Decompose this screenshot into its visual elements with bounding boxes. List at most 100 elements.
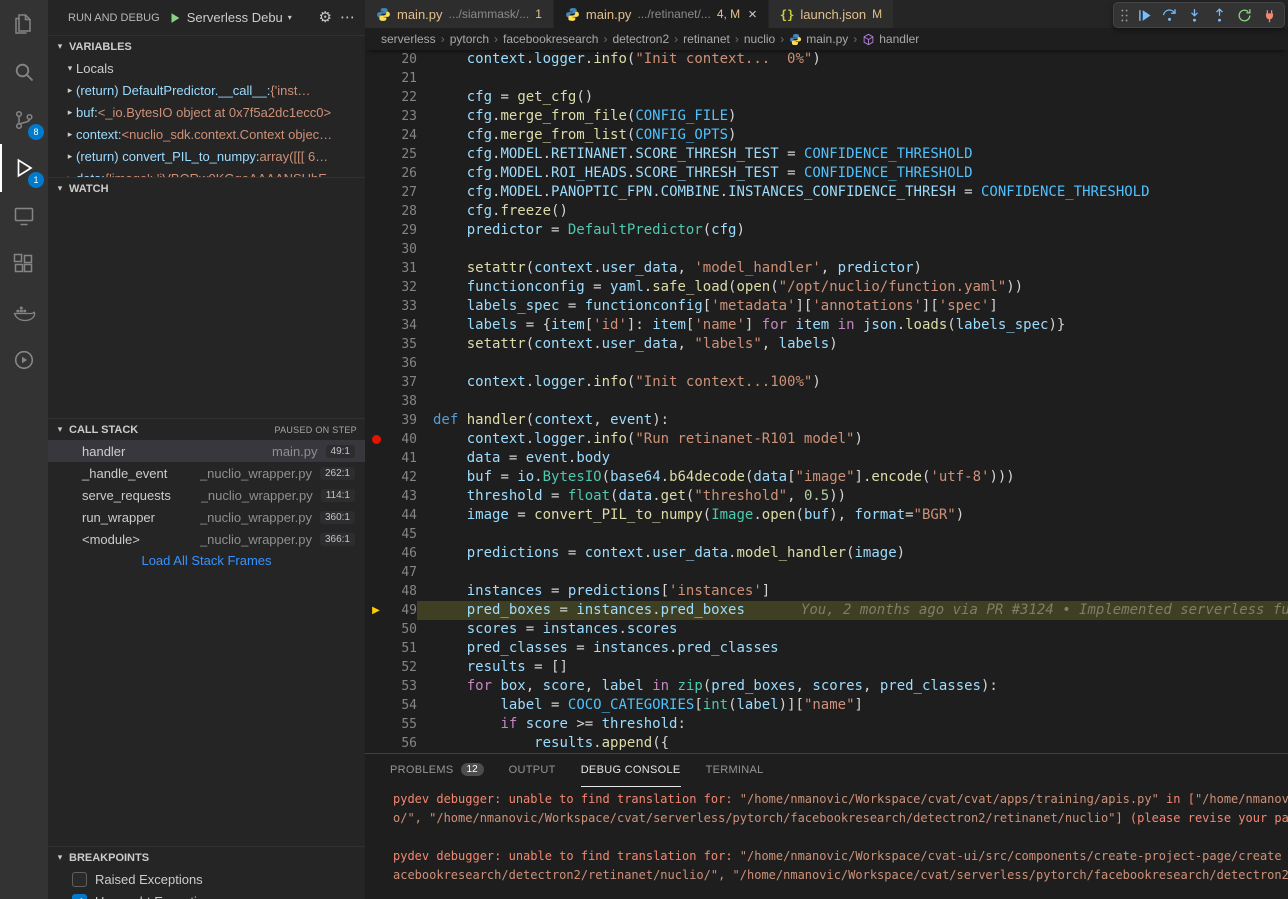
- activity-bar-item-remote-explorer[interactable]: [0, 192, 48, 240]
- breadcrumb-item[interactable]: nuclio: [744, 32, 775, 46]
- activity-bar-item-live-share[interactable]: [0, 336, 48, 384]
- step-out-button[interactable]: [1207, 3, 1231, 27]
- line-number[interactable]: 28: [387, 202, 417, 221]
- line-number[interactable]: 31: [387, 259, 417, 278]
- panel-tab-problems[interactable]: PROBLEMS12: [390, 753, 484, 787]
- breakpoint-margin[interactable]: [365, 411, 387, 430]
- code-line[interactable]: 20 context.logger.info("Init context... …: [365, 50, 1288, 69]
- chevron-right-icon[interactable]: ▸: [64, 107, 76, 118]
- call-stack-pane-header[interactable]: ▾ CALL STACK PAUSED ON STEP: [48, 418, 365, 440]
- breakpoint-margin[interactable]: [365, 183, 387, 202]
- breakpoint-margin[interactable]: [365, 734, 387, 753]
- code-line[interactable]: 52 results = []: [365, 658, 1288, 677]
- breadcrumb-item[interactable]: detectron2: [612, 32, 669, 46]
- breakpoint-margin[interactable]: [365, 544, 387, 563]
- stack-frame-row[interactable]: run_wrapper_nuclio_wrapper.py360:1: [48, 506, 365, 528]
- line-number[interactable]: 30: [387, 240, 417, 259]
- breakpoint-margin[interactable]: [365, 449, 387, 468]
- line-number[interactable]: 29: [387, 221, 417, 240]
- checkbox[interactable]: [72, 872, 87, 887]
- breakpoint-item[interactable]: ✓Uncaught Exceptions: [48, 890, 365, 899]
- line-number[interactable]: 47: [387, 563, 417, 582]
- breadcrumb-item[interactable]: facebookresearch: [503, 32, 598, 46]
- variable-row[interactable]: ▸buf: <_io.BytesIO object at 0x7f5a2dc1e…: [48, 101, 365, 123]
- code-line[interactable]: 36: [365, 354, 1288, 373]
- panel-tab-debug-console[interactable]: DEBUG CONSOLE: [581, 753, 681, 787]
- breakpoint-margin[interactable]: [365, 240, 387, 259]
- line-number[interactable]: 25: [387, 145, 417, 164]
- line-number[interactable]: 39: [387, 411, 417, 430]
- code-line[interactable]: 27 cfg.MODEL.PANOPTIC_FPN.COMBINE.INSTAN…: [365, 183, 1288, 202]
- debug-current-line-icon[interactable]: ▶: [365, 601, 387, 620]
- disconnect-button[interactable]: [1257, 3, 1281, 27]
- breakpoint-margin[interactable]: [365, 525, 387, 544]
- panel-tab-terminal[interactable]: TERMINAL: [706, 753, 764, 787]
- breakpoint-margin[interactable]: [365, 335, 387, 354]
- step-into-button[interactable]: [1182, 3, 1206, 27]
- gear-icon[interactable]: ⚙: [319, 10, 332, 25]
- breadcrumb-item[interactable]: main.py: [789, 32, 848, 46]
- breakpoint-margin[interactable]: [365, 316, 387, 335]
- code-line[interactable]: 31 setattr(context.user_data, 'model_han…: [365, 259, 1288, 278]
- activity-bar-item-extensions[interactable]: [0, 240, 48, 288]
- breadcrumb-item[interactable]: pytorch: [450, 32, 489, 46]
- code-line[interactable]: 38: [365, 392, 1288, 411]
- breakpoint-margin[interactable]: [365, 677, 387, 696]
- code-line[interactable]: 34 labels = {item['id']: item['name'] fo…: [365, 316, 1288, 335]
- line-number[interactable]: 21: [387, 69, 417, 88]
- code-line[interactable]: 53 for box, score, label in zip(pred_box…: [365, 677, 1288, 696]
- breakpoint-margin[interactable]: [365, 563, 387, 582]
- line-number[interactable]: 54: [387, 696, 417, 715]
- activity-bar-item-search[interactable]: [0, 48, 48, 96]
- line-number[interactable]: 52: [387, 658, 417, 677]
- code-line[interactable]: 22 cfg = get_cfg(): [365, 88, 1288, 107]
- breakpoint-icon[interactable]: [365, 430, 387, 449]
- breakpoint-margin[interactable]: [365, 639, 387, 658]
- line-number[interactable]: 53: [387, 677, 417, 696]
- line-number[interactable]: 36: [387, 354, 417, 373]
- code-editor[interactable]: 20 context.logger.info("Init context... …: [365, 50, 1288, 753]
- line-number[interactable]: 42: [387, 468, 417, 487]
- code-line[interactable]: 54 label = COCO_CATEGORIES[int(label)]["…: [365, 696, 1288, 715]
- activity-bar-item-run-and-debug[interactable]: 1: [0, 144, 48, 192]
- variable-row[interactable]: ▸(return) DefaultPredictor.__call__: {'i…: [48, 79, 365, 101]
- breakpoint-margin[interactable]: [365, 297, 387, 316]
- line-number[interactable]: 46: [387, 544, 417, 563]
- code-line[interactable]: 33 labels_spec = functionconfig['metadat…: [365, 297, 1288, 316]
- breakpoint-margin[interactable]: [365, 69, 387, 88]
- activity-bar-item-docker[interactable]: [0, 288, 48, 336]
- watch-pane-header[interactable]: ▾ WATCH: [48, 177, 365, 199]
- breakpoint-margin[interactable]: [365, 278, 387, 297]
- line-number[interactable]: 37: [387, 373, 417, 392]
- line-number[interactable]: 56: [387, 734, 417, 753]
- breakpoint-margin[interactable]: [365, 468, 387, 487]
- activity-bar-item-source-control[interactable]: 8: [0, 96, 48, 144]
- debug-config-dropdown[interactable]: Serverless Debu ▾: [168, 10, 311, 25]
- breakpoint-margin[interactable]: [365, 354, 387, 373]
- breakpoint-margin[interactable]: [365, 107, 387, 126]
- load-all-stack-frames-link[interactable]: Load All Stack Frames: [48, 550, 365, 572]
- code-line[interactable]: ▶49 pred_boxes = instances.pred_boxesYou…: [365, 601, 1288, 620]
- line-number[interactable]: 22: [387, 88, 417, 107]
- close-icon[interactable]: ×: [748, 6, 757, 23]
- breakpoint-margin[interactable]: [365, 715, 387, 734]
- start-debugging-icon[interactable]: [168, 11, 182, 25]
- breakpoint-margin[interactable]: [365, 582, 387, 601]
- editor-tab[interactable]: {}launch.jsonM: [769, 0, 894, 28]
- line-number[interactable]: 55: [387, 715, 417, 734]
- breakpoint-margin[interactable]: [365, 221, 387, 240]
- code-line[interactable]: 35 setattr(context.user_data, "labels", …: [365, 335, 1288, 354]
- chevron-right-icon[interactable]: ▸: [64, 151, 76, 162]
- breakpoint-margin[interactable]: [365, 88, 387, 107]
- code-line[interactable]: 23 cfg.merge_from_file(CONFIG_FILE): [365, 107, 1288, 126]
- stack-frame-row[interactable]: serve_requests_nuclio_wrapper.py114:1: [48, 484, 365, 506]
- activity-bar-item-explorer[interactable]: [0, 0, 48, 48]
- code-line[interactable]: 24 cfg.merge_from_list(CONFIG_OPTS): [365, 126, 1288, 145]
- chevron-down-icon[interactable]: ▾: [64, 63, 76, 74]
- editor-tab[interactable]: main.py.../siammask/...1: [365, 0, 554, 28]
- variable-row[interactable]: ▸(return) convert_PIL_to_numpy: array([[…: [48, 145, 365, 167]
- code-line[interactable]: 32 functionconfig = yaml.safe_load(open(…: [365, 278, 1288, 297]
- debug-toolbar-drag-handle[interactable]: [1117, 3, 1131, 27]
- breakpoint-margin[interactable]: [365, 164, 387, 183]
- code-line[interactable]: 26 cfg.MODEL.ROI_HEADS.SCORE_THRESH_TEST…: [365, 164, 1288, 183]
